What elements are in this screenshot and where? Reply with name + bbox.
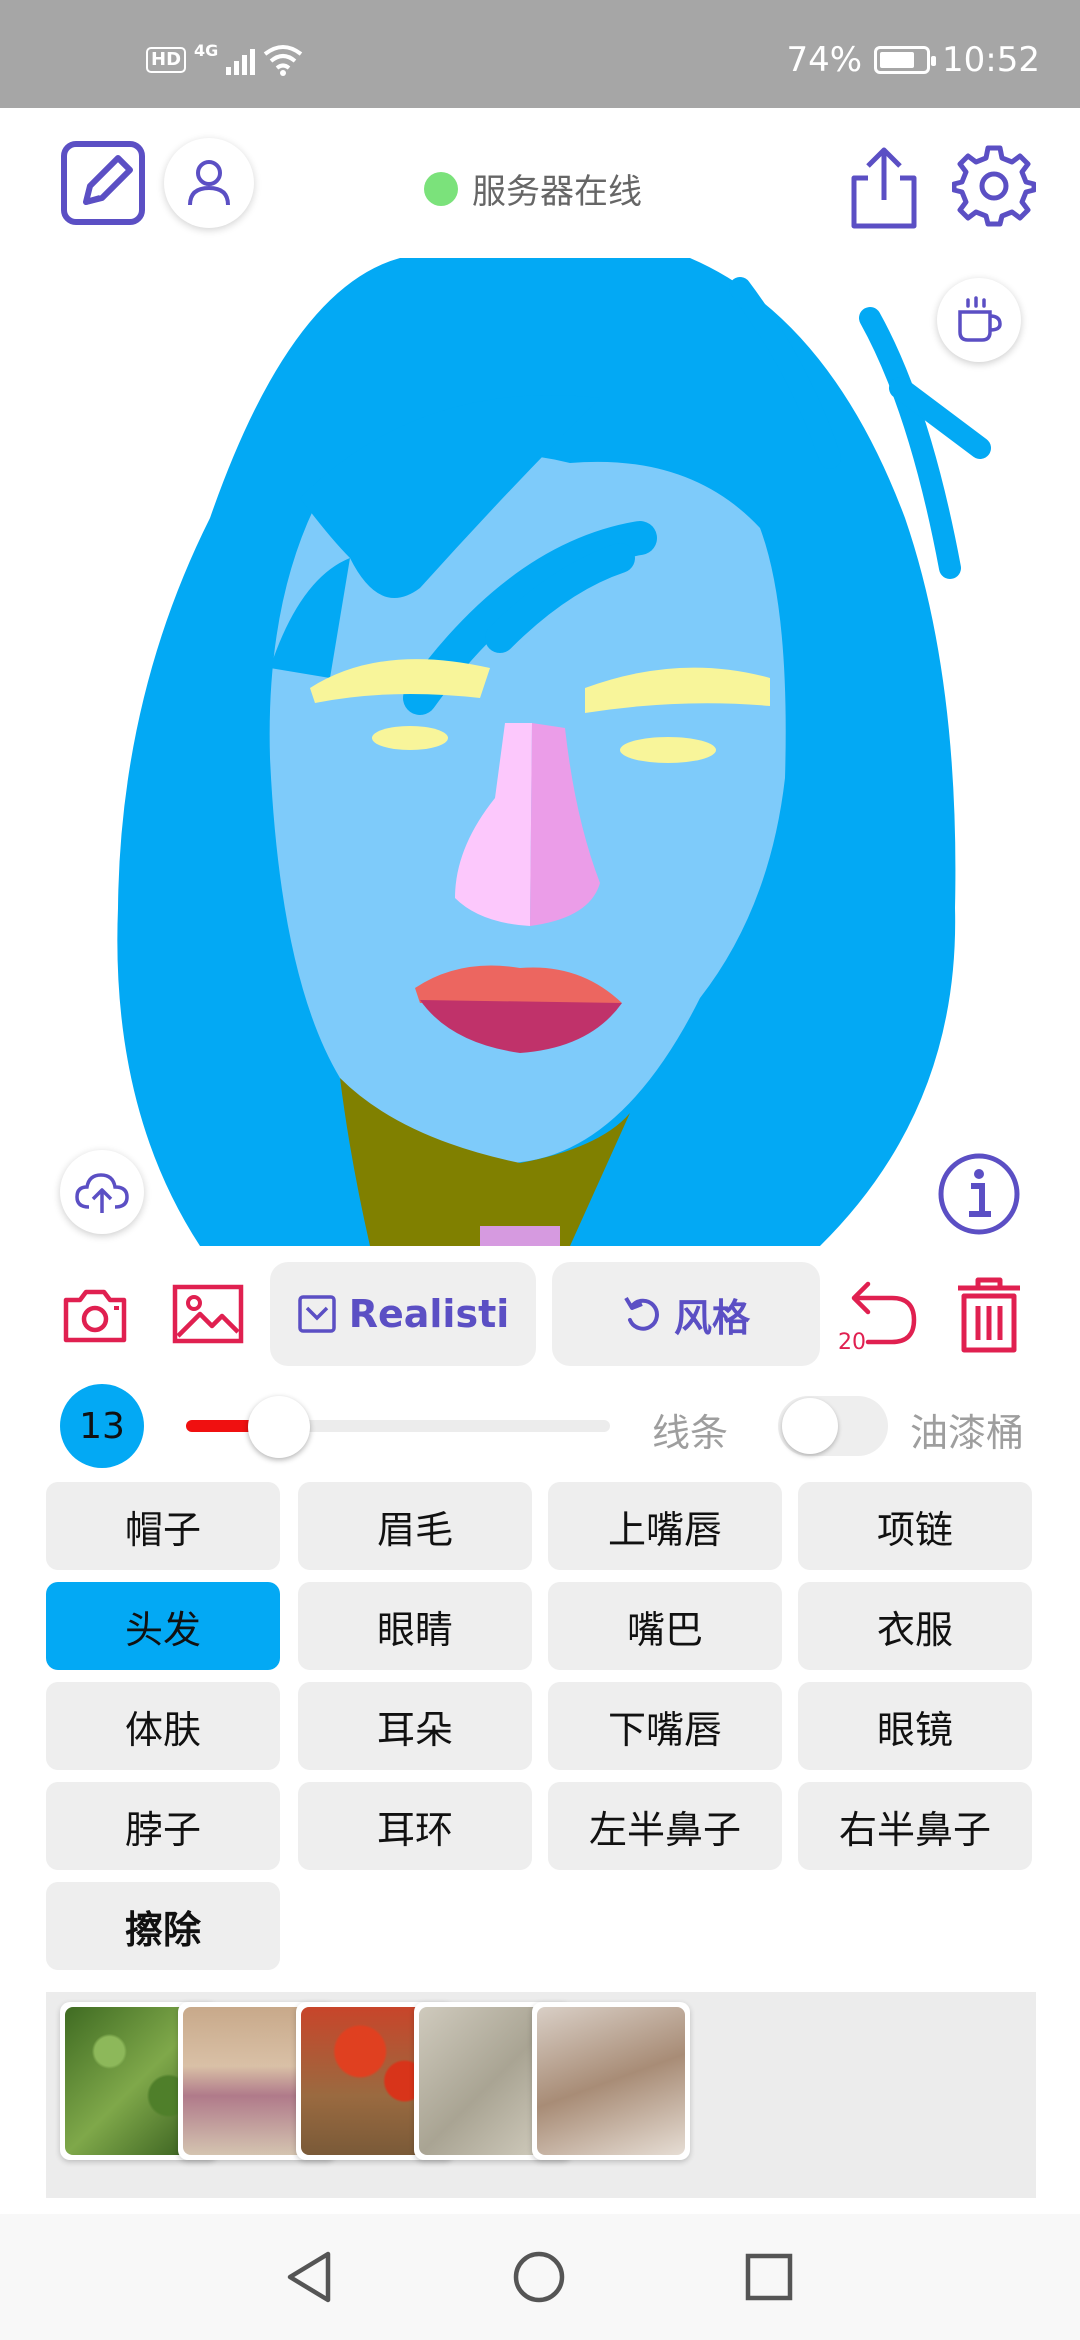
- brush-size-badge: 13: [60, 1384, 144, 1468]
- cloud-upload-icon: [75, 1173, 129, 1213]
- clock: 10:52: [942, 40, 1040, 80]
- tools-row: Realisti 风格 20: [0, 1262, 1080, 1366]
- share-icon[interactable]: [846, 144, 922, 230]
- part-button[interactable]: 右半鼻子: [798, 1782, 1032, 1870]
- part-button[interactable]: 耳朵: [298, 1682, 532, 1770]
- gallery-icon[interactable]: [172, 1284, 244, 1344]
- part-button[interactable]: 项链: [798, 1482, 1032, 1570]
- drawing-canvas[interactable]: [0, 258, 1080, 1246]
- model-select-button[interactable]: Realisti: [270, 1262, 536, 1366]
- navigation-bar: [0, 2214, 1080, 2340]
- parts-grid: 帽子 眉毛 上嘴唇 项链头发 眼睛 嘴巴 衣服体肤 耳朵 下嘴唇 眼镜脖子 耳环 左半鼻子 右半鼻子擦除: [46, 1482, 1046, 1972]
- recents-icon[interactable]: [744, 2252, 794, 2302]
- hd-indicator: HD: [146, 47, 187, 73]
- model-label: Realisti: [348, 1292, 510, 1336]
- wifi-icon: [264, 45, 303, 76]
- part-button[interactable]: 眉毛: [298, 1482, 532, 1570]
- part-button[interactable]: 左半鼻子: [548, 1782, 782, 1870]
- battery-percent: 74%: [786, 40, 863, 80]
- battery-icon: [874, 46, 937, 74]
- part-button[interactable]: 下嘴唇: [548, 1682, 782, 1770]
- cafe-button[interactable]: [937, 278, 1021, 362]
- account-button[interactable]: [164, 138, 254, 228]
- status-left: HD 4G: [146, 40, 303, 76]
- part-button[interactable]: 头发: [46, 1582, 280, 1670]
- camera-icon[interactable]: [62, 1286, 128, 1344]
- status-bar: HD 4G 74% 10:52: [0, 0, 1080, 108]
- line-mode-label: 线条: [652, 1411, 729, 1455]
- settings-icon[interactable]: [952, 144, 1036, 228]
- part-button[interactable]: 眼镜: [798, 1682, 1032, 1770]
- paint-bucket-label: 油漆桶: [910, 1411, 1025, 1455]
- part-button[interactable]: 脖子: [46, 1782, 280, 1870]
- undo-count: 20: [838, 1330, 866, 1355]
- part-button[interactable]: 擦除: [46, 1882, 280, 1970]
- style-button[interactable]: 风格: [552, 1262, 820, 1366]
- status-right: 74% 10:52: [786, 40, 1040, 80]
- upload-button[interactable]: [60, 1150, 144, 1234]
- server-status-text: 服务器在线: [472, 172, 642, 212]
- part-button[interactable]: 耳环: [298, 1782, 532, 1870]
- refresh-icon: [624, 1296, 659, 1331]
- face-sketch: [117, 258, 991, 1246]
- user-icon: [188, 160, 230, 206]
- info-icon[interactable]: [937, 1152, 1021, 1236]
- checkbox-icon: [297, 1295, 336, 1333]
- style-label: 风格: [673, 1295, 750, 1340]
- server-status: 服务器在线: [424, 164, 642, 213]
- part-button[interactable]: 帽子: [46, 1482, 280, 1570]
- trash-icon[interactable]: [954, 1274, 1024, 1356]
- edit-icon[interactable]: [60, 140, 146, 226]
- network-type: 4G: [194, 40, 219, 60]
- signal-icon: [226, 45, 256, 75]
- part-button[interactable]: 体肤: [46, 1682, 280, 1770]
- style-thumbnails: [46, 1992, 1036, 2198]
- toggle-knob: [782, 1398, 838, 1454]
- top-bar: 服务器在线: [0, 108, 1080, 258]
- server-status-dot: [424, 171, 458, 206]
- sepia-photo-style: [537, 2007, 685, 2155]
- part-button[interactable]: 上嘴唇: [548, 1482, 782, 1570]
- home-icon[interactable]: [512, 2250, 566, 2304]
- part-button[interactable]: 衣服: [798, 1582, 1032, 1670]
- style-thumbnail[interactable]: [532, 2002, 690, 2160]
- back-icon[interactable]: [284, 2250, 334, 2304]
- part-button[interactable]: 眼睛: [298, 1582, 532, 1670]
- brush-size-slider-thumb[interactable]: [248, 1396, 311, 1458]
- coffee-cup-icon: [958, 296, 1002, 342]
- part-button[interactable]: 嘴巴: [548, 1582, 782, 1670]
- paint-bucket-toggle[interactable]: [778, 1396, 888, 1456]
